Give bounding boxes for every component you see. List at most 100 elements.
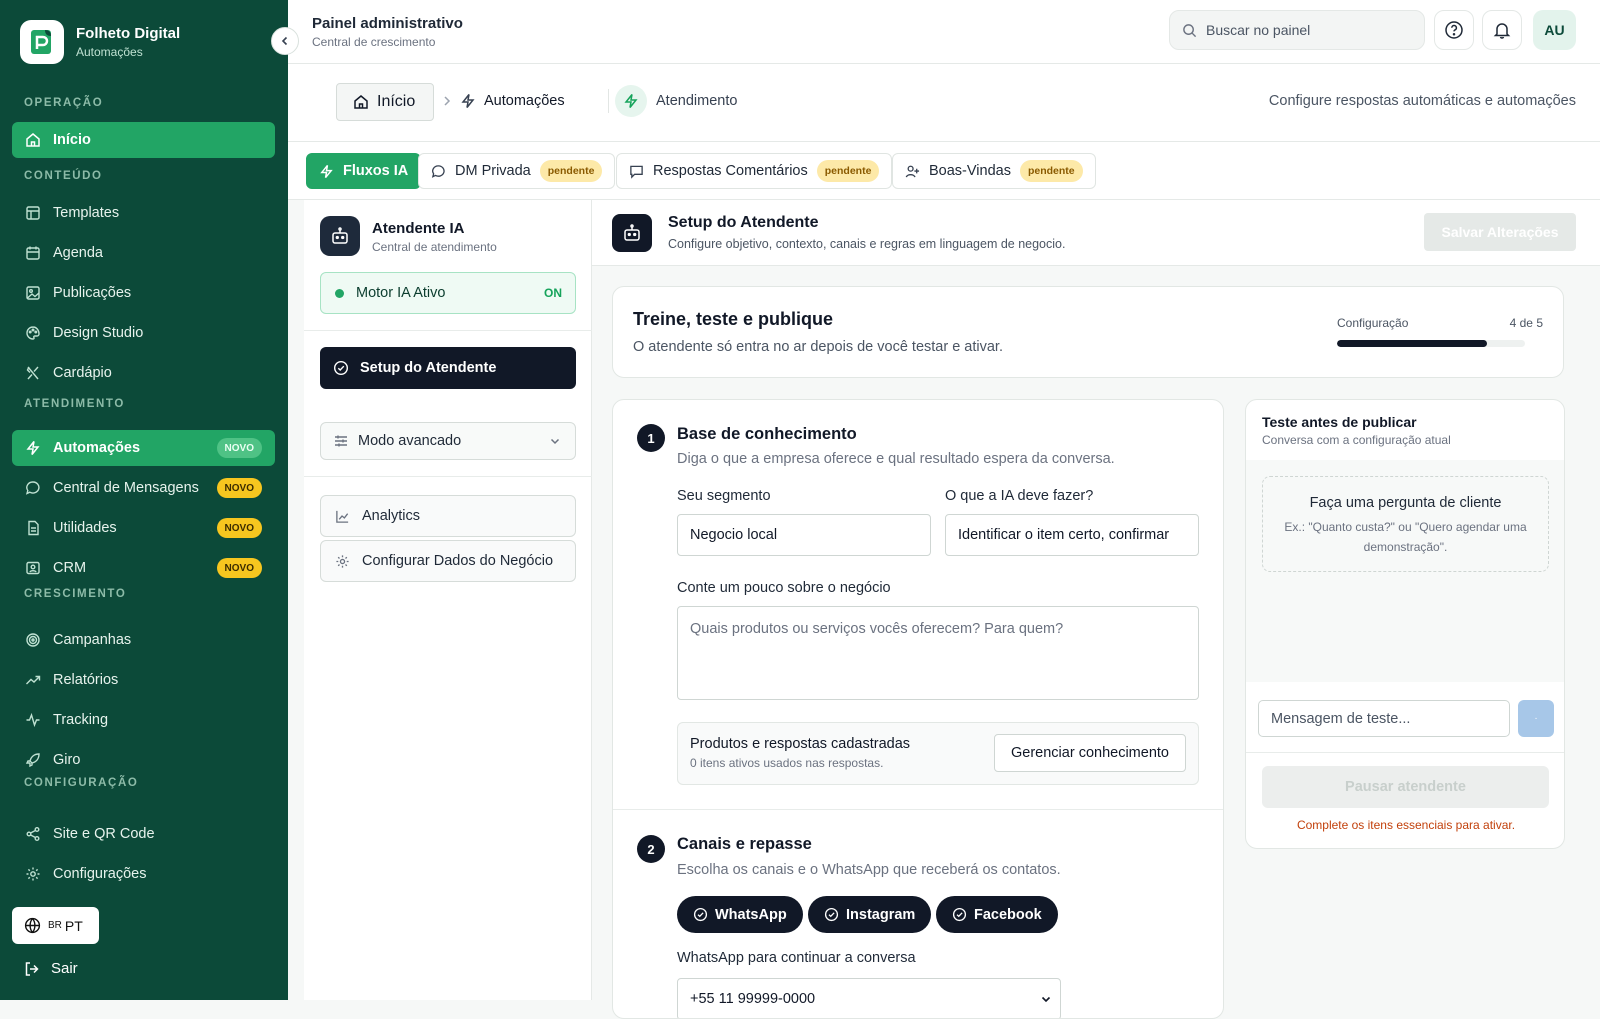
- mode-select-value: Modo avancado: [358, 433, 462, 449]
- sidebar-item-site-qr[interactable]: Site e QR Code: [12, 816, 275, 852]
- save-button[interactable]: Salvar Alterações: [1424, 213, 1576, 251]
- avatar[interactable]: AU: [1533, 10, 1576, 50]
- knowledge-summary: Produtos e respostas cadastradas 0 itens…: [677, 722, 1199, 785]
- sidebar-item-tracking[interactable]: Tracking: [12, 702, 275, 738]
- channel-label: WhatsApp: [715, 906, 787, 923]
- config-progress-bar: [1337, 340, 1525, 347]
- tab-respostas-comentarios[interactable]: Respostas Comentários pendente: [616, 153, 893, 189]
- whatsapp-select-value: +55 11 99999-0000: [690, 991, 816, 1007]
- chevron-left-icon: [279, 35, 291, 47]
- tab-label: Fluxos IA: [343, 163, 409, 179]
- help-icon: [1444, 20, 1464, 40]
- language-code: PT: [64, 917, 83, 934]
- breadcrumb-home[interactable]: Início: [336, 83, 434, 121]
- send-button[interactable]: ·: [1518, 700, 1554, 737]
- comment-icon: [629, 164, 644, 179]
- breadcrumb-automacoes[interactable]: Automações: [460, 93, 565, 109]
- pending-badge: pendente: [1019, 160, 1083, 182]
- tab-boas-vindas[interactable]: Boas-Vindas pendente: [892, 153, 1096, 189]
- sidebar-item-campanhas[interactable]: Campanhas: [12, 622, 275, 658]
- image-icon: [25, 285, 41, 301]
- sidebar-item-label: CRM: [53, 560, 87, 576]
- chevron-down-icon: [1040, 993, 1052, 1005]
- sidebar-item-inicio[interactable]: Início: [12, 122, 275, 158]
- gear-icon: [25, 866, 41, 882]
- main-content: Setup do Atendente Configure objetivo, c…: [592, 200, 1600, 1019]
- flag-code: BR: [48, 920, 62, 931]
- analytics-button[interactable]: Analytics: [320, 495, 576, 537]
- brand[interactable]: Folheto Digital Automações: [20, 20, 180, 64]
- tabs-bar: Fluxos IA DM Privada pendente Respostas …: [288, 142, 1600, 200]
- page-subtitle: Central de crescimento: [312, 35, 436, 49]
- ai-engine-label: Motor IA Ativo: [356, 285, 446, 301]
- check-circle-icon: [952, 907, 967, 922]
- language-selector[interactable]: BR PT: [12, 907, 99, 944]
- collapse-sidebar-button[interactable]: [271, 27, 299, 55]
- notifications-button[interactable]: [1482, 10, 1522, 50]
- logout-button[interactable]: Sair: [24, 960, 78, 977]
- channel-chip-facebook[interactable]: Facebook: [936, 896, 1058, 933]
- tab-label: Respostas Comentários: [653, 163, 808, 179]
- test-conversation: Faça uma pergunta de cliente Ex.: "Quant…: [1246, 460, 1564, 682]
- sidebar-item-label: Automações: [53, 440, 141, 456]
- sidebar-item-templates[interactable]: Templates: [12, 195, 275, 231]
- new-badge: NOVO: [216, 558, 262, 578]
- configure-business-label: Configurar Dados do Negócio: [362, 553, 554, 569]
- channel-label: Facebook: [974, 906, 1042, 923]
- sidebar-item-cardapio[interactable]: Cardápio: [12, 355, 275, 391]
- tab-dm-privada[interactable]: DM Privada pendente: [418, 153, 616, 189]
- sidebar-item-label: Giro: [53, 752, 81, 768]
- section-crescimento: CRESCIMENTO: [24, 588, 127, 600]
- channel-chip-instagram[interactable]: Instagram: [808, 896, 932, 933]
- palette-icon: [25, 325, 41, 341]
- test-message-input[interactable]: Mensagem de teste...: [1258, 700, 1510, 737]
- about-label: Conte um pouco sobre o negócio: [677, 580, 891, 596]
- sidebar-item-publicacoes[interactable]: Publicações: [12, 275, 275, 311]
- channel-chip-whatsapp[interactable]: WhatsApp: [677, 896, 803, 933]
- breadcrumb-home-label: Início: [377, 93, 416, 110]
- trending-up-icon: [25, 672, 41, 688]
- sidebar-item-agenda[interactable]: Agenda: [12, 235, 275, 271]
- knowledge-count: 0 itens ativos usados nas respostas.: [690, 756, 884, 770]
- breadcrumb-automacoes-label: Automações: [484, 93, 565, 109]
- mode-select[interactable]: Modo avancado: [320, 422, 576, 460]
- segment-field[interactable]: Negocio local: [677, 514, 931, 556]
- line-chart-icon: [335, 509, 350, 524]
- sidebar-item-design-studio[interactable]: Design Studio: [12, 315, 275, 351]
- section-configuracao: CONFIGURAÇÃO: [24, 777, 139, 789]
- pause-attendant-button[interactable]: Pausar atendente: [1262, 766, 1549, 808]
- tab-label: Boas-Vindas: [929, 163, 1011, 179]
- search-input[interactable]: Buscar no painel: [1169, 10, 1425, 50]
- chevron-right-icon: [442, 95, 452, 107]
- configure-business-button[interactable]: Configurar Dados do Negócio: [320, 540, 576, 582]
- whatsapp-select[interactable]: +55 11 99999-0000: [677, 978, 1061, 1018]
- sliders-icon: [333, 433, 349, 449]
- robot-icon: [320, 216, 360, 256]
- goal-field[interactable]: Identificar o item certo, confirmar: [945, 514, 1199, 556]
- sidebar-item-central-mensagens[interactable]: Central de Mensagens NOVO: [12, 470, 275, 506]
- manage-knowledge-button[interactable]: Gerenciar conhecimento: [994, 734, 1186, 772]
- empty-state: Faça uma pergunta de cliente Ex.: "Quant…: [1262, 476, 1549, 572]
- about-textarea[interactable]: Quais produtos ou serviços vocês oferece…: [677, 606, 1199, 700]
- step-number: 1: [637, 424, 665, 452]
- activation-warning: Complete os itens essenciais para ativar…: [1296, 818, 1516, 832]
- empty-state-hint: Ex.: "Quanto custa?" ou "Quero agendar u…: [1284, 520, 1527, 554]
- home-icon: [25, 132, 41, 148]
- divider: [1246, 752, 1564, 753]
- globe-icon: [24, 917, 41, 934]
- tab-label: DM Privada: [455, 163, 531, 179]
- help-button[interactable]: [1434, 10, 1474, 50]
- sidebar-item-crm[interactable]: CRM NOVO: [12, 550, 275, 586]
- sidebar-item-relatorios[interactable]: Relatórios: [12, 662, 275, 698]
- tab-fluxos-ia[interactable]: Fluxos IA: [306, 153, 422, 189]
- new-badge: NOVO: [216, 438, 262, 458]
- user-plus-icon: [905, 164, 920, 179]
- sidebar-item-label: Tracking: [53, 712, 109, 728]
- ai-engine-toggle[interactable]: Motor IA Ativo ON: [320, 272, 576, 314]
- setup-attendant-button[interactable]: Setup do Atendente: [320, 347, 576, 389]
- sidebar-item-automacoes[interactable]: Automações NOVO: [12, 430, 275, 466]
- sidebar-item-utilidades[interactable]: Utilidades NOVO: [12, 510, 275, 546]
- sidebar-item-giro[interactable]: Giro: [12, 742, 275, 778]
- sidebar-item-configuracoes[interactable]: Configurações: [12, 856, 275, 892]
- pending-badge: pendente: [816, 160, 880, 182]
